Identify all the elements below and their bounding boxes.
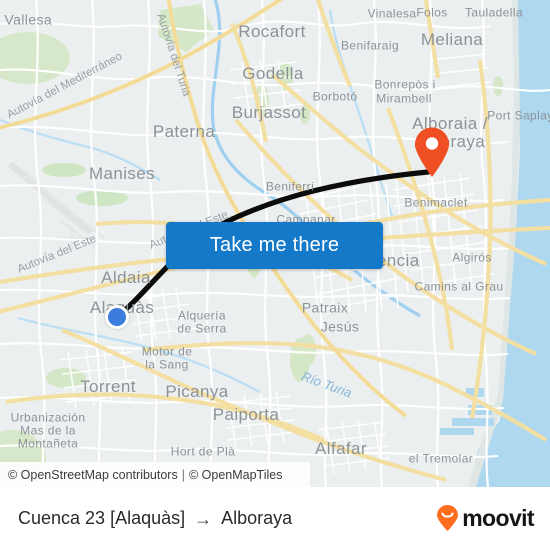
map-attribution: © OpenStreetMap contributors | © OpenMap… xyxy=(0,462,310,487)
attribution-openmaptiles[interactable]: © OpenMapTiles xyxy=(189,468,283,482)
moovit-route-card: a VallesaRocafortVinalesaFolosTauladella… xyxy=(0,0,550,550)
origin-marker[interactable] xyxy=(105,305,129,329)
attribution-separator: | xyxy=(181,467,185,482)
moovit-logo[interactable]: moovit xyxy=(435,505,535,532)
route-origin-label: Cuenca 23 [Alaquàs] xyxy=(18,508,186,528)
attribution-osm[interactable]: © OpenStreetMap contributors xyxy=(8,468,178,482)
moovit-pin-icon xyxy=(437,505,459,531)
destination-marker[interactable] xyxy=(412,126,452,178)
route-summary: Cuenca 23 [Alaquàs] → Alboraya xyxy=(18,508,292,529)
moovit-wordmark: moovit xyxy=(462,505,534,531)
route-footer: Cuenca 23 [Alaquàs] → Alboraya moovit xyxy=(0,487,550,550)
route-destination-label: Alboraya xyxy=(221,508,293,528)
arrow-right-icon: → xyxy=(194,508,213,529)
map-canvas[interactable]: a VallesaRocafortVinalesaFolosTauladella… xyxy=(0,0,550,487)
take-me-there-button[interactable]: Take me there xyxy=(166,222,383,269)
